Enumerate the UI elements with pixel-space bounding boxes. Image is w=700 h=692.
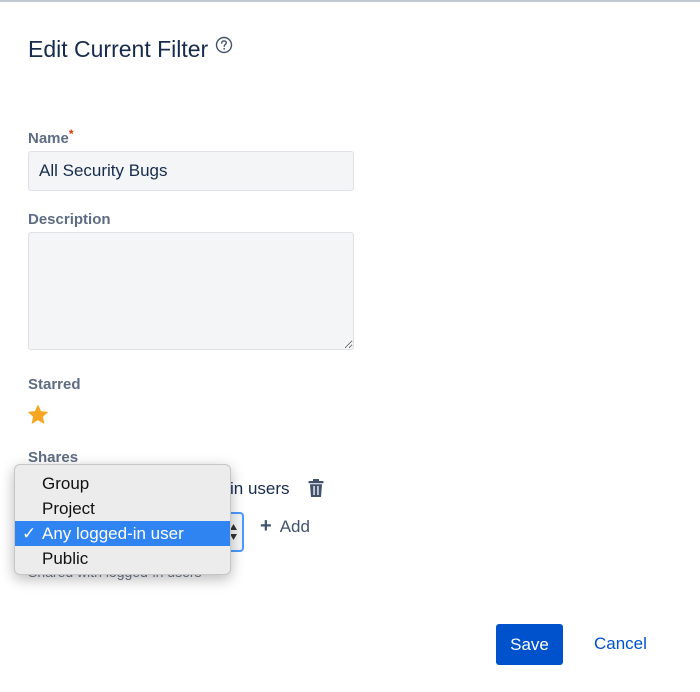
required-indicator: * [68, 127, 74, 141]
star-icon[interactable] [27, 404, 49, 426]
dropdown-option-group[interactable]: Group [15, 471, 230, 496]
cancel-link[interactable]: Cancel [594, 634, 647, 654]
name-label: Name* [28, 127, 74, 147]
dropdown-option-public[interactable]: Public [15, 546, 230, 571]
description-textarea[interactable] [28, 232, 354, 350]
save-button[interactable]: Save [496, 624, 563, 665]
name-label-text: Name [28, 130, 69, 147]
share-type-dropdown[interactable]: Group Project ✓ Any logged-in user Publi… [14, 464, 231, 575]
existing-share-label: in users [230, 479, 290, 498]
option-label: Public [42, 549, 89, 568]
dropdown-option-any-logged-in-user[interactable]: ✓ Any logged-in user [15, 521, 230, 546]
option-label: Group [42, 474, 90, 493]
option-label: Any logged-in user [42, 524, 184, 543]
page-title: Edit Current Filter [28, 36, 209, 62]
dialog-header: Edit Current Filter [28, 36, 233, 63]
dialog-top-border [0, 0, 700, 2]
plus-icon: + [260, 515, 272, 537]
option-label: Project [42, 499, 95, 518]
dropdown-option-project[interactable]: Project [15, 496, 230, 521]
add-share-label: Add [279, 516, 310, 536]
add-share-button[interactable]: + Add [260, 515, 310, 538]
question-circle-icon[interactable] [215, 36, 233, 54]
checkmark-icon: ✓ [22, 524, 37, 543]
trash-icon[interactable] [307, 478, 325, 498]
name-input[interactable] [28, 151, 354, 191]
starred-label: Starred [28, 376, 81, 393]
description-label: Description [28, 211, 111, 228]
